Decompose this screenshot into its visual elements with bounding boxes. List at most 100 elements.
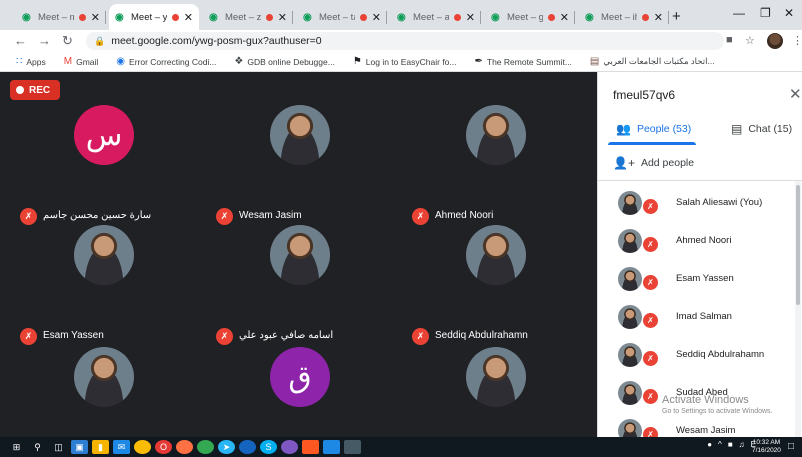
close-window-button[interactable]: ✕ <box>784 6 794 20</box>
library-icon: ▤ <box>589 56 600 67</box>
browser-tab[interactable]: ◉ Meet – aj ✕ <box>391 4 481 30</box>
bookmark-item[interactable]: ⚑ Log in to EasyChair fo... <box>353 56 457 67</box>
profile-avatar[interactable] <box>767 33 783 49</box>
reload-icon[interactable]: ↻ <box>62 33 73 49</box>
windows-start-icon[interactable]: ⊞ <box>8 440 25 454</box>
bookmark-item[interactable]: ✒ The Remote Summit... <box>475 56 572 67</box>
paint-icon[interactable] <box>302 440 319 454</box>
forward-icon[interactable]: → <box>38 33 51 48</box>
avatar <box>466 347 526 407</box>
search-icon[interactable]: ⚲ <box>29 440 46 454</box>
lock-icon: 🔒 <box>94 35 106 46</box>
mic-off-icon: ✗ <box>20 208 37 225</box>
recording-indicator-icon <box>547 13 555 21</box>
mic-off-icon: ✗ <box>643 351 658 366</box>
participant-name: Ahmed Noori <box>676 235 732 246</box>
participant-name: Ahmed Noori <box>435 210 494 221</box>
participant-row[interactable]: ✗ Ahmed Noori <box>598 229 802 267</box>
close-tab-icon[interactable]: ✕ <box>654 11 663 24</box>
back-icon[interactable]: ← <box>14 33 27 48</box>
participant-row[interactable]: ✗ Wesam Jasim <box>598 419 802 437</box>
participant-tile[interactable]: ✗Imad Salman <box>402 347 597 437</box>
url-bar[interactable]: 🔒 meet.google.com/ywg-posm-gux?authuser=… <box>86 32 724 50</box>
avatar <box>618 267 642 291</box>
participant-tile[interactable]: ✗ اسامه صافي عبود علي <box>206 225 402 345</box>
bookmark-label: Apps <box>26 56 46 67</box>
messenger-icon[interactable] <box>323 440 340 454</box>
opera-icon[interactable]: O <box>155 440 172 454</box>
firefox-icon[interactable] <box>176 440 193 454</box>
new-tab-button[interactable]: + <box>672 8 681 25</box>
bookmark-item[interactable]: M Gmail <box>64 56 99 67</box>
participant-tile[interactable]: ق✗قسم علوم الحاسبات <box>206 347 402 437</box>
mic-off-icon: ✗ <box>216 328 233 345</box>
avatar <box>466 225 526 285</box>
add-people-button[interactable]: 👤+ Add people <box>613 156 694 170</box>
browser-tab[interactable]: ◉ Meet – ta ✕ <box>297 4 387 30</box>
close-tab-icon[interactable]: ✕ <box>372 11 381 24</box>
participant-row[interactable]: ✗ Esam Yassen <box>598 267 802 305</box>
telegram-icon[interactable]: ➤ <box>218 440 235 454</box>
close-tab-icon[interactable]: ✕ <box>184 11 193 24</box>
participant-name: Seddiq Abdulrahamn <box>676 349 765 360</box>
chrome-icon[interactable] <box>134 440 151 454</box>
chevron-up-icon[interactable]: ^ <box>718 440 722 449</box>
photos-icon[interactable] <box>344 440 361 454</box>
bookmark-item[interactable]: ∷ Apps <box>16 56 46 67</box>
file-explorer-icon[interactable]: ▮ <box>92 440 109 454</box>
participant-row[interactable]: ✗ Seddiq Abdulrahamn <box>598 343 802 381</box>
mail-icon[interactable]: ✉ <box>113 440 130 454</box>
participant-row[interactable]: ✗ Imad Salman <box>598 305 802 343</box>
viber-icon[interactable] <box>281 440 298 454</box>
browser-tab[interactable]: ◉ Meet – gi ✕ <box>485 4 575 30</box>
mic-off-icon: ✗ <box>643 313 658 328</box>
network-icon[interactable]: ■ <box>728 440 733 449</box>
participant-tile[interactable]: س ✗ سارة حسين محسن جاسم <box>10 105 206 225</box>
minimize-button[interactable]: — <box>733 6 745 20</box>
close-tab-icon[interactable]: ✕ <box>278 11 287 24</box>
close-tab-icon[interactable]: ✕ <box>466 11 475 24</box>
tab-separator <box>292 11 293 24</box>
volume-icon[interactable]: ♫ <box>739 440 745 449</box>
system-clock[interactable]: 10:32 AM 7/16/2020 <box>752 439 781 455</box>
maximize-button[interactable]: ❐ <box>760 6 771 20</box>
active-tab-indicator <box>608 142 696 145</box>
participant-tile[interactable]: ✗ Wesam Jasim <box>206 105 402 225</box>
meet-favicon-icon: ◉ <box>491 11 500 23</box>
participant-tile[interactable]: ✗ Ahmed Noori <box>402 105 597 225</box>
scrollbar-thumb[interactable] <box>796 185 800 305</box>
bookmark-item[interactable]: ◉ Error Correcting Codi... <box>116 56 216 67</box>
recording-indicator-icon <box>171 13 179 21</box>
tab-chat[interactable]: ▤ Chat (15) <box>731 122 792 136</box>
people-tray-icon[interactable]: ● <box>707 440 712 449</box>
browser-tab[interactable]: ◉ Meet – m ✕ <box>16 4 106 30</box>
participant-tile[interactable]: ✗ Esam Yassen <box>10 225 206 345</box>
browser-tab[interactable]: ◉ Meet – yv ✕ <box>109 4 199 30</box>
notification-icon[interactable]: □ <box>788 441 794 452</box>
avatar <box>466 105 526 165</box>
bookmark-item[interactable]: ▤ اتحاد مكتبات الجامعات العربي... <box>590 56 715 67</box>
skype-icon[interactable]: S <box>260 440 277 454</box>
bookmark-item[interactable]: ❖ GDB online Debugge... <box>234 56 334 67</box>
participant-tile[interactable]: ✗ Seddiq Abdulrahamn <box>402 225 597 345</box>
task-view-icon[interactable]: ◫ <box>50 440 67 454</box>
menu-dots-icon[interactable]: ⋮ <box>792 34 802 47</box>
meeting-code: fmeul57qv6 <box>613 88 676 102</box>
browser-tab[interactable]: ◉ Meet – ih ✕ <box>579 4 669 30</box>
meet-favicon-icon: ◉ <box>585 11 594 23</box>
participant-tile[interactable]: ✗احمد فاضل رشاد حسين <box>10 347 206 437</box>
app-icon[interactable] <box>239 440 256 454</box>
star-icon[interactable]: ☆ <box>745 34 755 47</box>
store-icon[interactable]: ▣ <box>71 440 88 454</box>
mic-off-icon: ✗ <box>412 328 429 345</box>
camera-icon[interactable]: ■ <box>726 34 733 46</box>
close-tab-icon[interactable]: ✕ <box>560 11 569 24</box>
tab-people[interactable]: 👥 People (53) <box>616 122 691 136</box>
mic-off-icon: ✗ <box>643 389 658 404</box>
close-tab-icon[interactable]: ✕ <box>91 11 100 24</box>
close-panel-icon[interactable]: ✕ <box>789 85 802 103</box>
browser-icon[interactable] <box>197 440 214 454</box>
browser-tab[interactable]: ◉ Meet – zf ✕ <box>203 4 293 30</box>
participant-name: Seddiq Abdulrahamn <box>435 330 528 341</box>
participant-row[interactable]: ✗ Salah Aliesawi (You) <box>598 191 802 229</box>
